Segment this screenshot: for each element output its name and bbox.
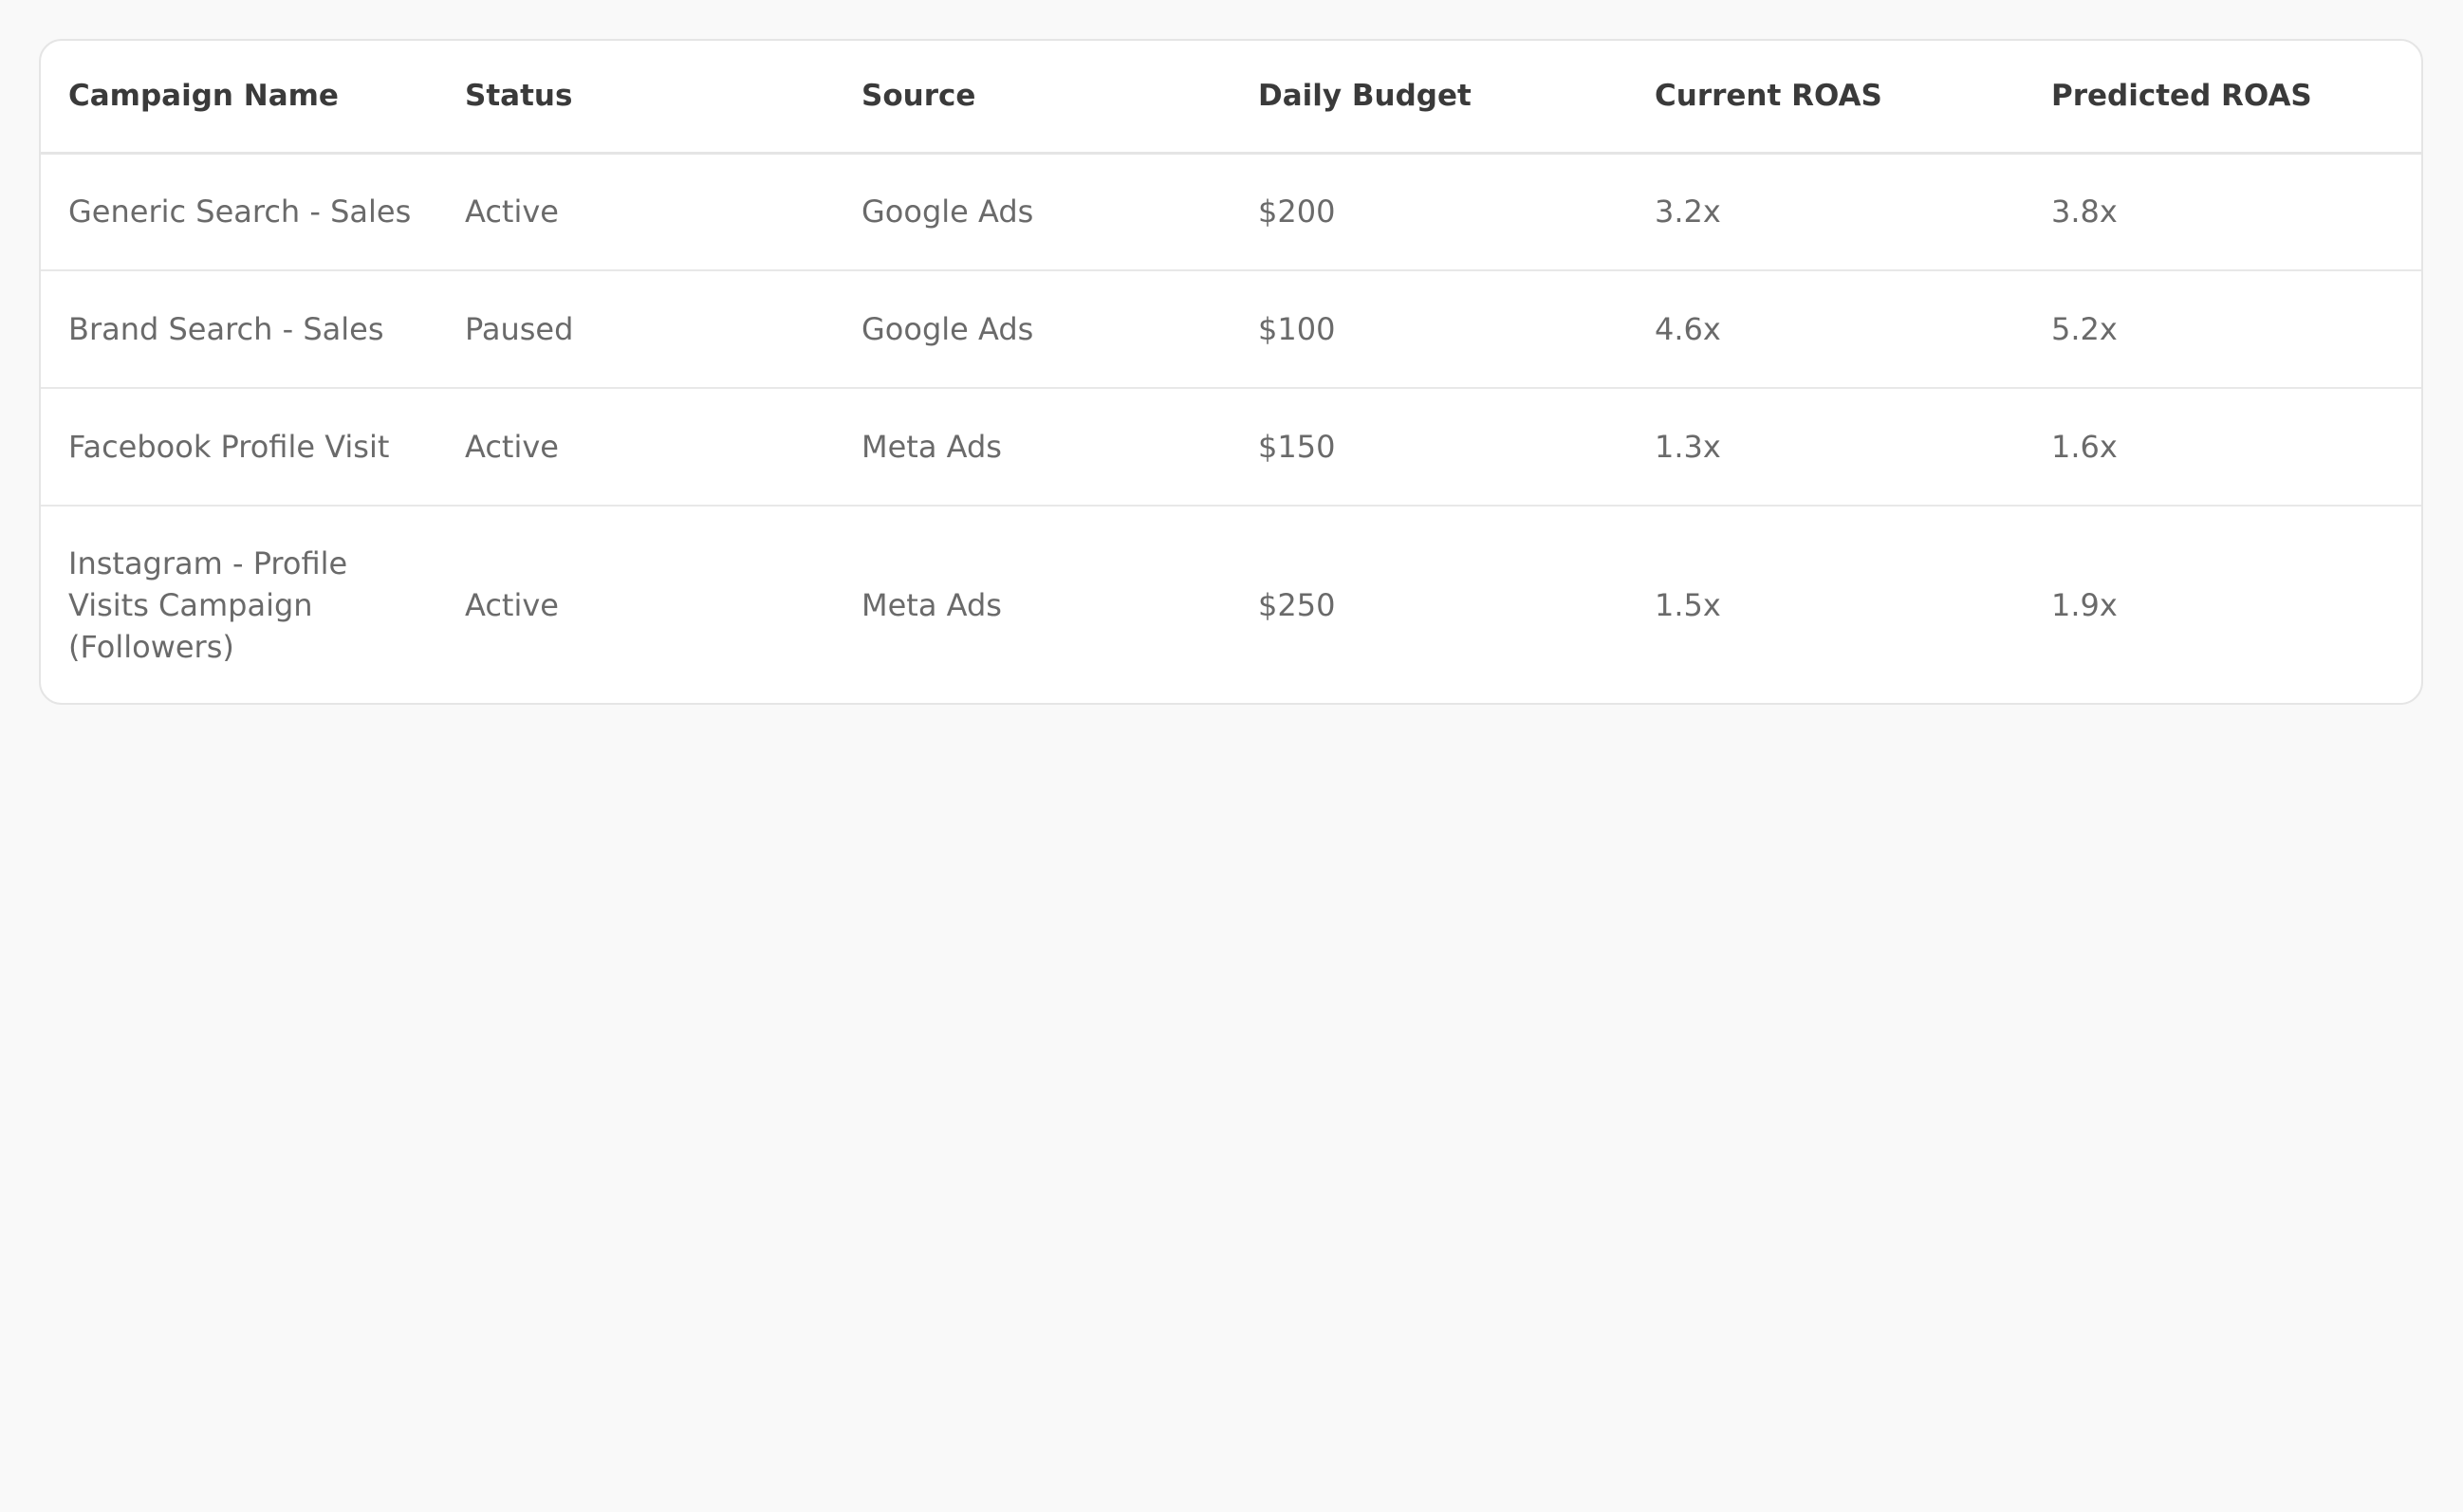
campaign-name-cell: Generic Search - Sales: [41, 153, 437, 271]
column-header-campaign-name[interactable]: Campaign Name: [41, 41, 437, 155]
status-cell: Active: [437, 388, 834, 507]
campaign-table: Campaign Name Status Source Daily Budget…: [41, 41, 2421, 703]
current-roas-cell: 3.2x: [1627, 153, 2024, 271]
status-cell: Active: [465, 586, 559, 623]
table-row[interactable]: Brand Search - Sales Paused Google Ads $…: [41, 270, 2421, 389]
source-cell: Meta Ads: [834, 388, 1231, 507]
column-header-source[interactable]: Source: [834, 41, 1231, 155]
campaign-name-cell: Instagram - Profile Visits Campaign (Fol…: [68, 544, 348, 665]
current-roas-cell: 1.5x: [1655, 586, 1721, 623]
status-cell: Paused: [437, 270, 834, 389]
daily-budget-cell: $150: [1231, 388, 1627, 507]
predicted-roas-cell: 1.6x: [2024, 388, 2421, 507]
current-roas-cell: 1.3x: [1627, 388, 2024, 507]
daily-budget-cell: $200: [1231, 153, 1627, 271]
predicted-roas-cell: 3.8x: [2024, 153, 2421, 271]
column-header-current-roas[interactable]: Current ROAS: [1627, 41, 2024, 155]
status-cell: Active: [437, 153, 834, 271]
column-header-daily-budget[interactable]: Daily Budget: [1231, 41, 1627, 155]
source-cell: Google Ads: [834, 153, 1231, 271]
daily-budget-cell: $100: [1231, 270, 1627, 389]
daily-budget-cell: $250: [1258, 586, 1336, 623]
predicted-roas-cell: 1.9x: [2051, 586, 2118, 623]
predicted-roas-cell: 5.2x: [2024, 270, 2421, 389]
campaign-name-cell: Facebook Profile Visit: [41, 388, 437, 507]
table-header-row: Campaign Name Status Source Daily Budget…: [41, 41, 2421, 155]
table-row[interactable]: Generic Search - Sales Active Google Ads…: [41, 153, 2421, 271]
campaign-table-card: Campaign Name Status Source Daily Budget…: [39, 39, 2423, 705]
table-row[interactable]: Facebook Profile Visit Active Meta Ads $…: [41, 388, 2421, 507]
source-cell: Google Ads: [834, 270, 1231, 389]
column-header-predicted-roas[interactable]: Predicted ROAS: [2024, 41, 2421, 155]
table-row[interactable]: Instagram - Profile Visits Campaign (Fol…: [41, 506, 2421, 703]
campaign-name-cell: Brand Search - Sales: [41, 270, 437, 389]
current-roas-cell: 4.6x: [1627, 270, 2024, 389]
source-cell: Meta Ads: [861, 586, 1002, 623]
column-header-status[interactable]: Status: [437, 41, 834, 155]
